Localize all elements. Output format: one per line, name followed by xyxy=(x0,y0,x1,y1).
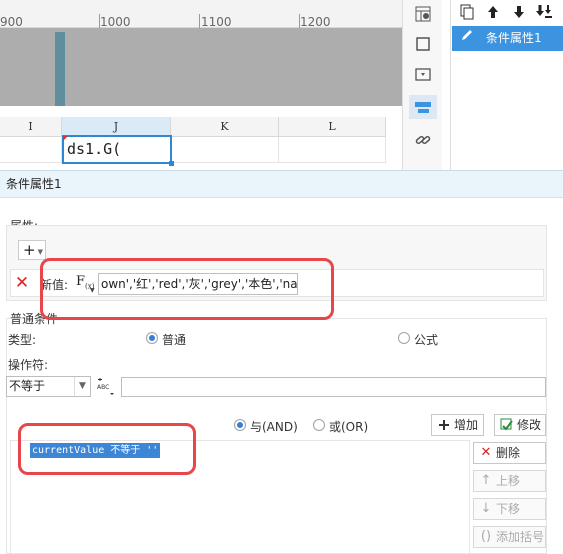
and-label: 与(AND) xyxy=(250,420,298,434)
column-header-j[interactable]: J xyxy=(62,117,171,137)
hyperlink-icon[interactable] xyxy=(411,128,435,152)
arrow-up-icon: ↑ xyxy=(480,473,492,488)
type-normal-radio[interactable] xyxy=(146,332,158,344)
dialog-title: 条件属性1 xyxy=(0,170,563,198)
or-label: 或(OR) xyxy=(329,420,369,434)
condition-attribute-icon[interactable] xyxy=(409,95,437,119)
ruler-label: 1000 xyxy=(100,15,131,29)
ruler-label: 900 xyxy=(0,15,23,29)
delete-button[interactable]: ✕ 删除 xyxy=(473,442,546,464)
type-normal-label: 普通 xyxy=(162,333,187,347)
add-condition-label: 增加 xyxy=(454,418,479,432)
add-brackets-button[interactable]: () 添加括号 xyxy=(473,526,546,548)
add-brackets-label: 添加括号 xyxy=(496,530,545,544)
move-down-icon[interactable] xyxy=(510,4,528,22)
active-cell[interactable]: ds1.G( xyxy=(62,135,174,166)
chevron-down-icon: ▼ xyxy=(74,377,90,396)
column-header-k[interactable]: K xyxy=(171,117,279,137)
condition-list-toolbar xyxy=(451,2,563,24)
plus-icon xyxy=(437,415,451,438)
column-marker xyxy=(55,32,65,106)
annotation-highlight-expression xyxy=(18,423,196,475)
move-up-label: 上移 xyxy=(496,474,521,488)
cell-k[interactable] xyxy=(171,137,279,163)
brackets-icon: () xyxy=(480,529,492,544)
condition-value-input[interactable] xyxy=(121,377,546,397)
type-label: 类型: xyxy=(8,333,37,347)
ruler-tick xyxy=(199,14,200,28)
delete-icon: ✕ xyxy=(480,445,492,460)
move-bottom-icon[interactable] xyxy=(535,4,553,22)
move-up-button[interactable]: ↑ 上移 xyxy=(473,470,546,492)
column-header-i[interactable]: I xyxy=(0,117,62,137)
operator-select[interactable]: 不等于 ▼ xyxy=(6,376,91,397)
operator-value: 不等于 xyxy=(9,379,46,393)
annotation-highlight-formula xyxy=(40,258,334,320)
type-formula-radio[interactable] xyxy=(398,332,410,344)
edit-icon xyxy=(457,28,477,48)
cell-flag-icon xyxy=(63,136,68,141)
svg-text:ABC: ABC xyxy=(97,384,109,391)
condition-list-panel: 条件属性1 xyxy=(450,0,563,170)
remove-attribute-icon[interactable]: ✕ xyxy=(14,275,30,292)
or-radio[interactable] xyxy=(313,419,325,431)
move-up-icon[interactable] xyxy=(484,4,502,22)
ruler: 900 1000 1100 1200 xyxy=(0,0,402,28)
and-radio[interactable] xyxy=(234,419,246,431)
ruler-label: 1200 xyxy=(300,15,331,29)
modify-condition-button[interactable]: 修改 xyxy=(494,414,546,436)
type-formula-label: 公式 xyxy=(414,333,439,347)
cell-i[interactable] xyxy=(0,137,62,163)
widget-icon[interactable] xyxy=(411,63,435,87)
delete-label: 删除 xyxy=(496,446,521,460)
arrow-down-icon: ↓ xyxy=(480,501,492,516)
dropdown-caret-icon: ▼ xyxy=(37,248,43,256)
operator-label: 操作符: xyxy=(8,358,49,372)
add-attribute-button[interactable]: + ▼ xyxy=(18,240,46,260)
condition-list-item-label: 条件属性1 xyxy=(486,31,542,45)
property-toolstrip xyxy=(402,0,442,170)
condition-list-item[interactable]: 条件属性1 xyxy=(452,26,563,51)
modify-icon xyxy=(500,415,514,439)
move-down-label: 下移 xyxy=(496,502,521,516)
cell-l[interactable] xyxy=(279,137,386,163)
border-icon[interactable] xyxy=(411,32,435,56)
column-header-l[interactable]: L xyxy=(279,117,386,137)
add-attribute-label: + xyxy=(23,241,36,259)
move-down-button[interactable]: ↓ 下移 xyxy=(473,498,546,520)
ruler-label: 1100 xyxy=(201,15,232,29)
add-icon[interactable] xyxy=(458,4,476,22)
cell-attribute-icon[interactable] xyxy=(411,2,435,26)
modify-condition-label: 修改 xyxy=(517,418,542,432)
add-condition-button[interactable]: 增加 xyxy=(431,414,484,436)
value-type-icon[interactable]: ABC xyxy=(96,377,118,397)
